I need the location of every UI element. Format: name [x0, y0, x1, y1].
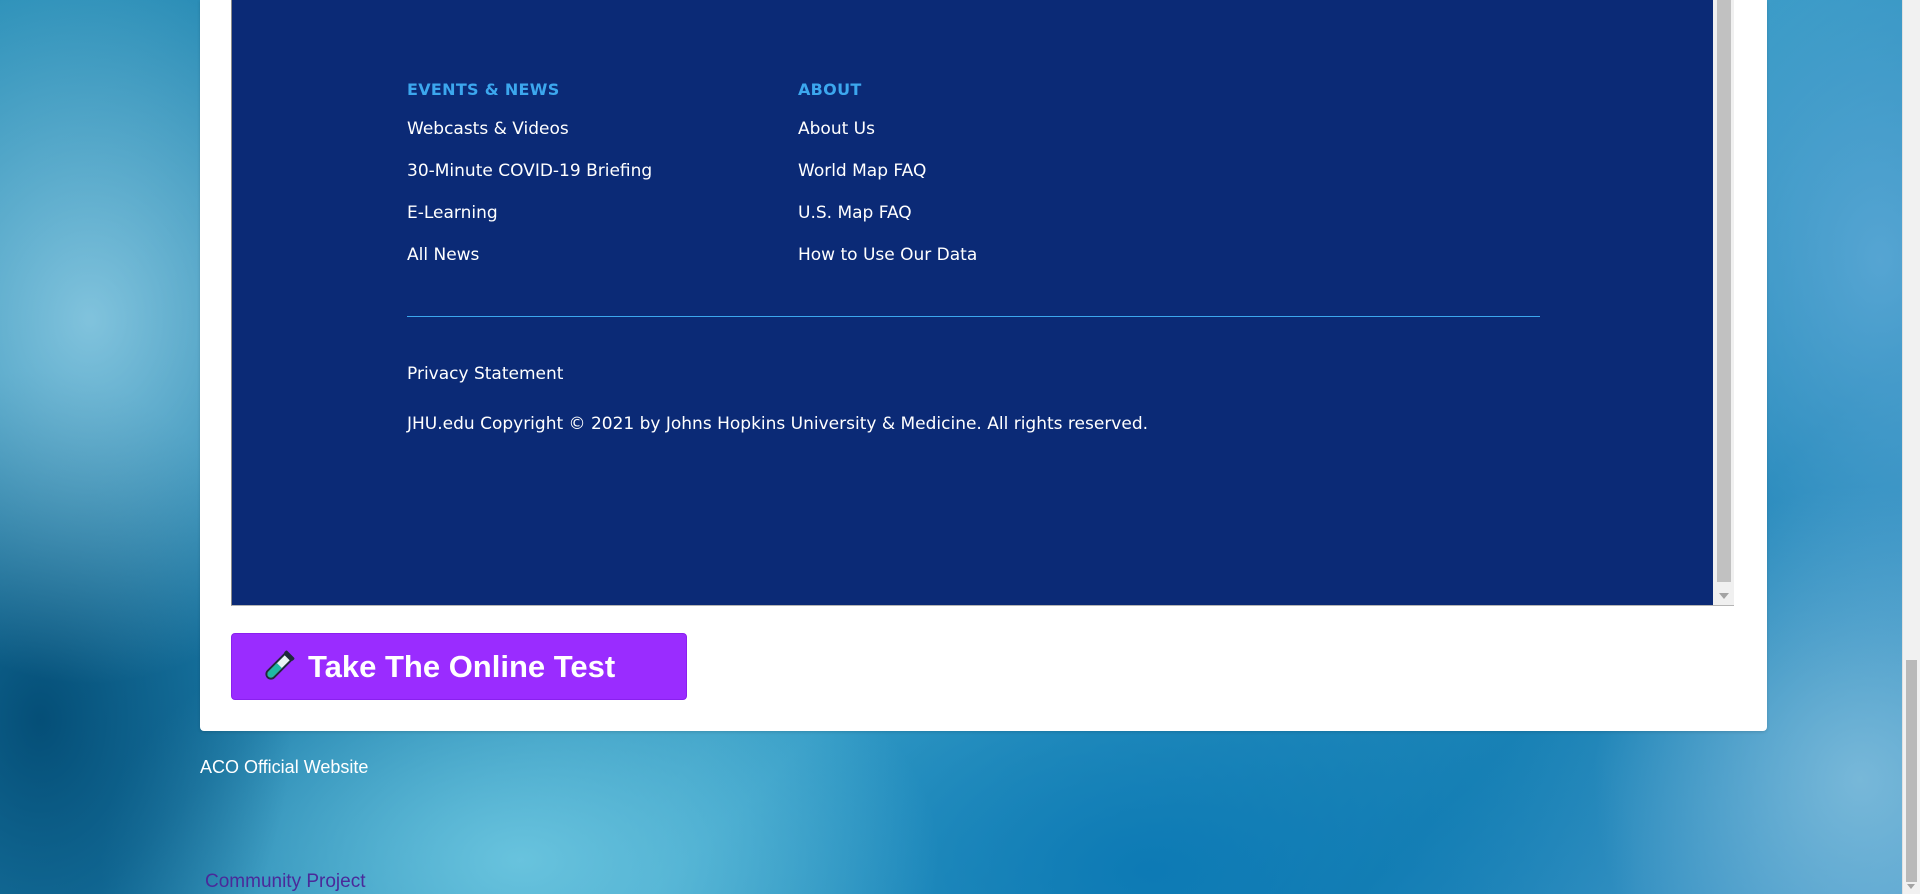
link-us-map-faq[interactable]: U.S. Map FAQ: [798, 202, 977, 224]
copyright-text: JHU.edu Copyright © 2021 by Johns Hopkin…: [407, 414, 1149, 434]
link-e-learning[interactable]: E-Learning: [407, 202, 652, 224]
link-covid-briefing[interactable]: 30-Minute COVID-19 Briefing: [407, 160, 652, 182]
footer-divider: [407, 316, 1540, 317]
embed-scrollbar-thumb[interactable]: [1717, 0, 1731, 582]
embed-scrollbar[interactable]: [1713, 0, 1734, 605]
content-card: EVENTS & NEWS Webcasts & Videos 30-Minut…: [200, 0, 1767, 731]
link-about-us[interactable]: About Us: [798, 118, 977, 140]
link-world-map-faq[interactable]: World Map FAQ: [798, 160, 977, 182]
test-tube-icon: [258, 647, 298, 687]
privacy-statement-link[interactable]: Privacy Statement: [407, 363, 563, 385]
take-online-test-button[interactable]: Take The Online Test: [231, 633, 687, 700]
page-scroll-down-arrow-icon[interactable]: [1907, 884, 1915, 889]
community-project-link[interactable]: Community Project: [205, 871, 366, 893]
embed-scroll-down-arrow-icon[interactable]: [1719, 593, 1729, 599]
link-how-to-use-data[interactable]: How to Use Our Data: [798, 244, 977, 266]
footer-column-about: ABOUT About Us World Map FAQ U.S. Map FA…: [798, 80, 977, 286]
events-news-heading: EVENTS & NEWS: [407, 80, 560, 99]
about-heading: ABOUT: [798, 80, 862, 99]
jhu-footer: EVENTS & NEWS Webcasts & Videos 30-Minut…: [232, 0, 1713, 605]
aco-official-website-link[interactable]: ACO Official Website: [200, 756, 368, 778]
page-scrollbar-thumb[interactable]: [1906, 660, 1917, 882]
footer-column-events-news: EVENTS & NEWS Webcasts & Videos 30-Minut…: [407, 80, 652, 286]
link-all-news[interactable]: All News: [407, 244, 652, 266]
take-online-test-label: Take The Online Test: [308, 648, 616, 684]
embedded-jhu-frame: EVENTS & NEWS Webcasts & Videos 30-Minut…: [231, 0, 1734, 606]
page-scrollbar[interactable]: [1902, 0, 1920, 894]
link-webcasts-videos[interactable]: Webcasts & Videos: [407, 118, 652, 140]
